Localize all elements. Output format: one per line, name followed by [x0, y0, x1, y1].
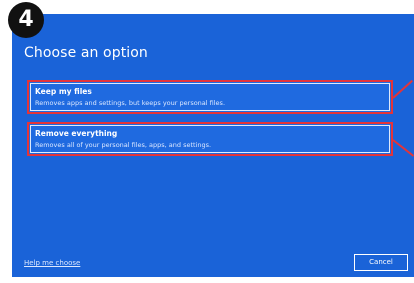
- option-title: Remove everything: [35, 129, 118, 138]
- step-number-badge: 4: [8, 2, 44, 38]
- option-title: Keep my files: [35, 87, 92, 96]
- cancel-button[interactable]: Cancel: [354, 254, 408, 271]
- keep-my-files-option[interactable]: Keep my files Removes apps and settings,…: [27, 80, 393, 114]
- option-description: Removes all of your personal files, apps…: [35, 141, 212, 149]
- screenshot-canvas: 4 Choose an option Keep my files Removes…: [0, 0, 414, 283]
- remove-everything-option[interactable]: Remove everything Removes all of your pe…: [27, 122, 393, 156]
- reset-pc-dialog: Choose an option Keep my files Removes a…: [12, 14, 414, 277]
- callout-line-remove-everything: [392, 139, 414, 157]
- callout-line-keep-files: [392, 79, 413, 99]
- page-title: Choose an option: [24, 45, 148, 61]
- help-me-choose-link[interactable]: Help me choose: [24, 259, 80, 267]
- option-description: Removes apps and settings, but keeps you…: [35, 99, 226, 107]
